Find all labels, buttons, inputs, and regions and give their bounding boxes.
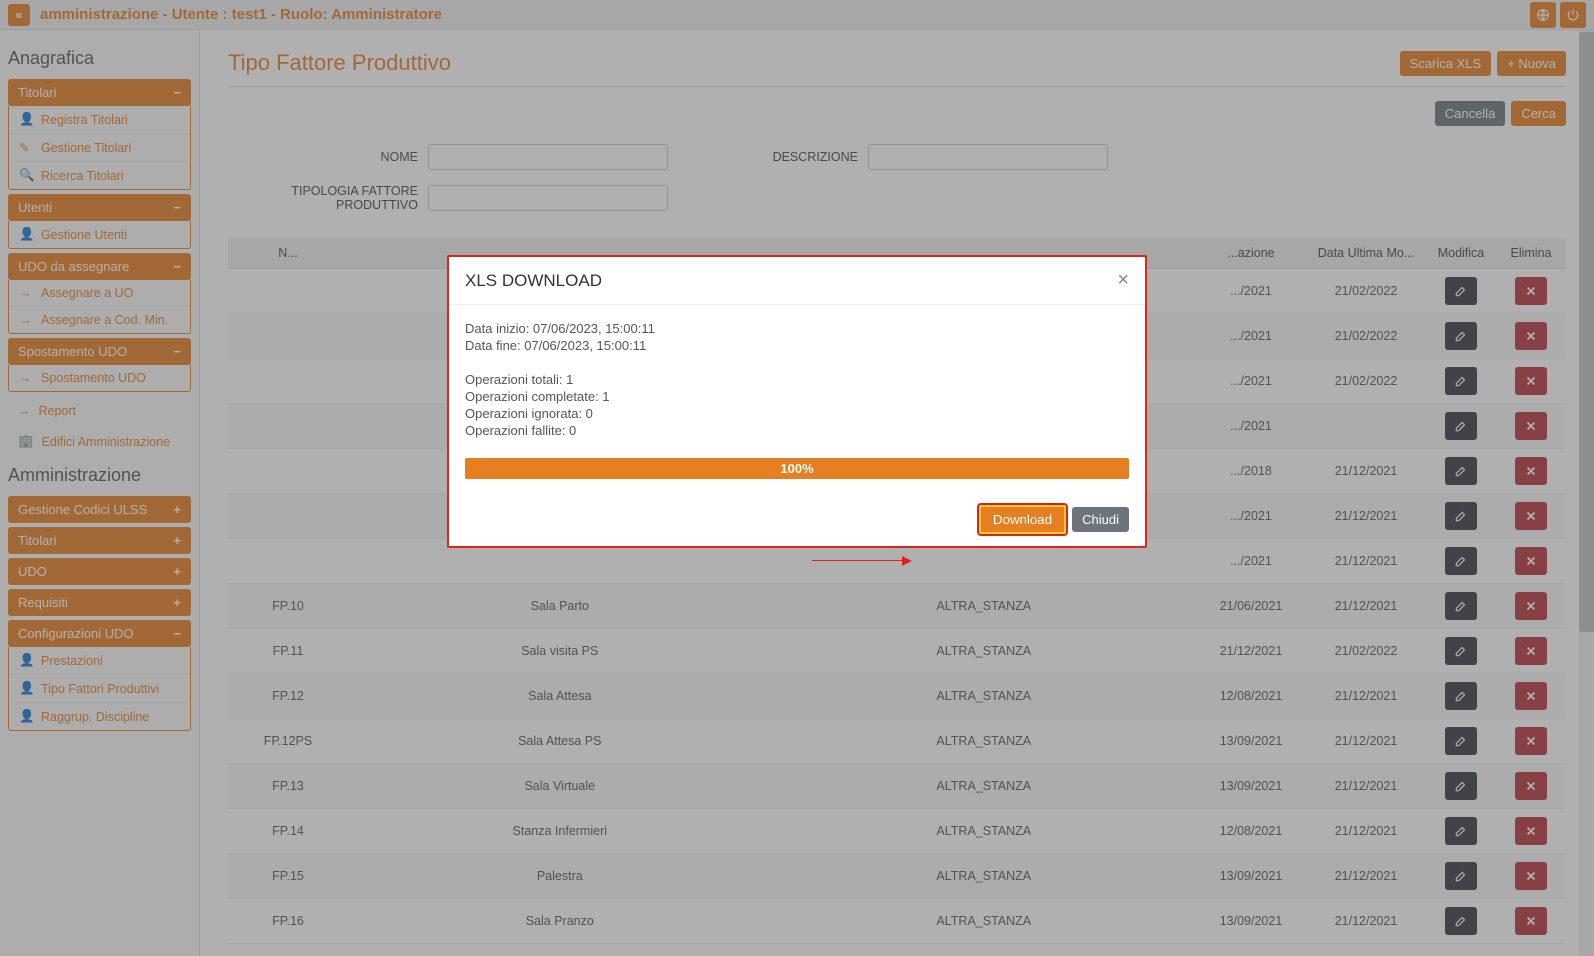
modal-start: Data inizio: 07/06/2023, 15:00:11 — [465, 321, 1129, 336]
modal-end: Data fine: 07/06/2023, 15:00:11 — [465, 338, 1129, 353]
modal-title: XLS DOWNLOAD — [465, 271, 602, 291]
modal-total: Operazioni totali: 1 — [465, 372, 1129, 387]
close-icon[interactable]: × — [1117, 269, 1129, 292]
modal-completed: Operazioni completate: 1 — [465, 389, 1129, 404]
modal-failed: Operazioni fallite: 0 — [465, 423, 1129, 438]
progress-bar: 100% — [465, 458, 1129, 479]
download-button[interactable]: Download — [979, 505, 1066, 534]
modal-overlay: XLS DOWNLOAD × Data inizio: 07/06/2023, … — [0, 0, 1594, 956]
xls-download-modal: XLS DOWNLOAD × Data inizio: 07/06/2023, … — [447, 255, 1147, 548]
close-button[interactable]: Chiudi — [1072, 507, 1129, 532]
modal-ignored: Operazioni ignorata: 0 — [465, 406, 1129, 421]
